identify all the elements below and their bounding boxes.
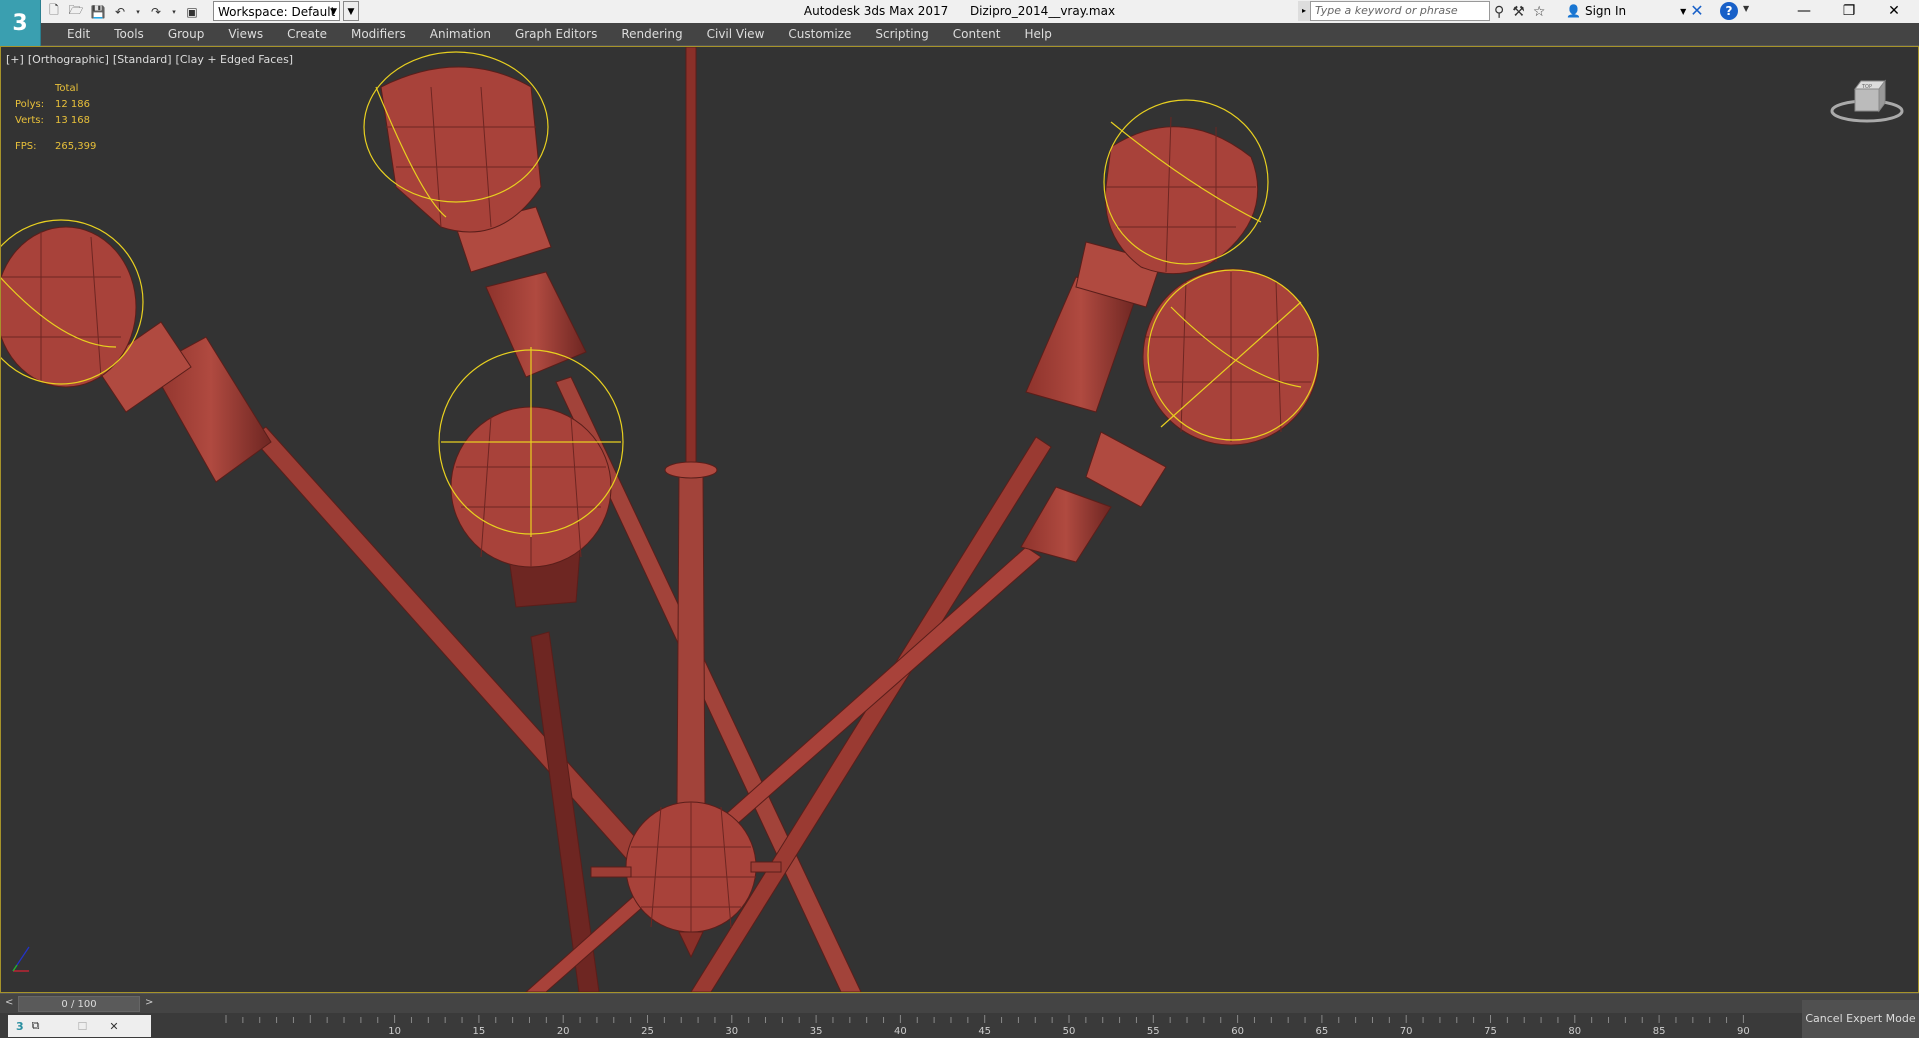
undo-icon[interactable]: ↶ xyxy=(112,4,128,20)
viewcube-label: TOP xyxy=(1861,84,1872,90)
stats-fps-label: FPS: xyxy=(15,141,37,152)
ruler-label: 25 xyxy=(641,1026,654,1037)
viewport-visual-style[interactable]: [Clay + Edged Faces] xyxy=(176,53,294,66)
curve-editor-icon: 3 xyxy=(16,1019,24,1033)
menu-item-civil-view[interactable]: Civil View xyxy=(695,23,777,45)
minimize-button[interactable]: — xyxy=(1782,0,1826,23)
undo-dropdown-icon[interactable]: ▾ xyxy=(134,4,142,20)
new-file-icon[interactable]: 🗋 xyxy=(46,3,62,20)
user-icon: 👤 xyxy=(1566,4,1581,18)
time-prev-button[interactable]: < xyxy=(5,997,13,1008)
workspace-label: Workspace: Default xyxy=(218,5,336,19)
sign-in-button[interactable]: 👤 Sign In ▼ xyxy=(1566,2,1686,21)
infocenter-icons: ⚲ ⚒ ☆ xyxy=(1494,2,1545,21)
time-slider-bar: < 0 / 100 > xyxy=(0,993,1919,1014)
favorites-star-icon[interactable]: ☆ xyxy=(1533,4,1546,20)
project-folder-icon[interactable]: ▣ xyxy=(184,4,200,20)
help-dropdown-icon[interactable]: ▼ xyxy=(1743,4,1749,13)
search-input[interactable]: Type a keyword or phrase xyxy=(1310,1,1490,21)
viewport-label-menu: [+] [Orthographic] [Standard] [Clay + Ed… xyxy=(6,53,293,66)
viewport-orthographic[interactable]: [+] [Orthographic] [Standard] [Clay + Ed… xyxy=(0,46,1919,993)
menu-bar: Edit Tools Group Views Create Modifiers Animat… xyxy=(0,23,1919,46)
stats-total-header: Total xyxy=(55,83,79,94)
ruler-label: 65 xyxy=(1315,1026,1329,1037)
menu-item-modifiers[interactable]: Modifiers xyxy=(339,23,418,45)
ruler-label: 50 xyxy=(1062,1026,1076,1037)
cancel-expert-mode-button[interactable]: Cancel Expert Mode xyxy=(1802,1000,1919,1038)
time-slider[interactable]: 0 / 100 xyxy=(18,996,140,1012)
ruler-label: 55 xyxy=(1146,1026,1160,1037)
stats-fps-value: 265,399 xyxy=(55,141,97,152)
autodesk-exchange-icon[interactable]: ✕ xyxy=(1688,2,1706,20)
ruler-label: 75 xyxy=(1484,1026,1497,1037)
save-icon[interactable]: 💾 xyxy=(90,4,106,20)
ruler-label: 90 xyxy=(1737,1026,1750,1037)
viewcube-icon[interactable]: TOP xyxy=(1829,69,1905,129)
title-bar: 🗋 🗁 💾 ↶ ▾ ↷ ▾ ▣ Workspace: Default ▼ ▼ A… xyxy=(0,0,1919,23)
quick-access-toolbar: 🗋 🗁 💾 ↶ ▾ ↷ ▾ ▣ xyxy=(46,2,200,21)
menu-item-animation[interactable]: Animation xyxy=(418,23,503,45)
ruler-label: 20 xyxy=(556,1026,570,1037)
workspace-dropdown[interactable]: Workspace: Default ▼ xyxy=(213,1,340,21)
binoculars-icon[interactable]: ⚲ xyxy=(1494,4,1504,20)
menu-item-group[interactable]: Group xyxy=(156,23,217,45)
restore-icon: ⧉ xyxy=(31,1019,40,1032)
viewport-statistics: Total Polys: 12 186 Verts: 13 168 FPS: 265,… xyxy=(15,81,135,155)
menu-items: Edit Tools Group Views Create Modifiers Animat… xyxy=(55,23,1064,45)
ruler-label: 45 xyxy=(978,1026,992,1037)
collar xyxy=(664,461,718,479)
mini-curve-editor-toggle[interactable]: 3 ⧉ ☐ ✕ xyxy=(8,1015,151,1037)
track-bar[interactable]: 3 ⧉ ☐ ✕ 10 15 20 25 30 35 40 45 50 55 60 65 70 75 80 85… xyxy=(0,1013,1919,1038)
time-next-button[interactable]: > xyxy=(145,997,153,1008)
menu-item-create[interactable]: Create xyxy=(275,23,339,45)
stats-verts-label: Verts: xyxy=(15,115,44,126)
menu-item-edit[interactable]: Edit xyxy=(55,23,102,45)
viewport-plus-menu[interactable]: [+] xyxy=(6,53,24,66)
lamp-holders xyxy=(95,206,1167,608)
stats-verts-value: 13 168 xyxy=(55,115,90,126)
viewport-shading-standard[interactable]: [Standard] xyxy=(113,53,172,66)
ruler-label: 80 xyxy=(1568,1026,1582,1037)
ruler-label: 10 xyxy=(388,1026,401,1037)
stats-polys-value: 12 186 xyxy=(55,99,90,110)
open-file-icon[interactable]: 🗁 xyxy=(68,3,84,20)
viewport-pov-menu[interactable]: [Orthographic] xyxy=(28,53,109,66)
help-icon[interactable]: ? xyxy=(1720,2,1738,20)
menu-item-tools[interactable]: Tools xyxy=(102,23,156,45)
menu-item-graph-editors[interactable]: Graph Editors xyxy=(503,23,609,45)
ruler-label: 85 xyxy=(1652,1026,1666,1037)
maximize-icon: ☐ xyxy=(77,1019,88,1033)
menu-item-content[interactable]: Content xyxy=(941,23,1013,45)
close-icon[interactable]: ✕ xyxy=(109,1020,118,1033)
menu-item-scripting[interactable]: Scripting xyxy=(863,23,940,45)
menu-item-rendering[interactable]: Rendering xyxy=(609,23,694,45)
stats-polys-label: Polys: xyxy=(15,99,45,110)
sign-in-label: Sign In xyxy=(1584,4,1627,18)
app-logo-text: 3 xyxy=(12,10,28,36)
app-logo-button[interactable]: 3 xyxy=(0,0,41,46)
ruler-label: 40 xyxy=(894,1026,907,1037)
qat-customize-button[interactable]: ▼ xyxy=(343,1,359,21)
ruler-label: 70 xyxy=(1399,1026,1413,1037)
menu-item-help[interactable]: Help xyxy=(1013,23,1064,45)
chevron-down-icon: ▼ xyxy=(330,7,337,17)
communication-center-icon[interactable]: ⚒ xyxy=(1512,4,1525,20)
file-name: Dizipro_2014__vray.max xyxy=(969,4,1116,18)
chevron-down-icon: ▼ xyxy=(1680,7,1687,16)
scene-model[interactable] xyxy=(1,47,1918,992)
redo-dropdown-icon[interactable]: ▾ xyxy=(170,4,178,20)
menu-item-customize[interactable]: Customize xyxy=(776,23,863,45)
axis-tripod-icon xyxy=(12,946,30,972)
ruler-label: 30 xyxy=(725,1026,739,1037)
close-button[interactable]: ✕ xyxy=(1872,0,1916,23)
app-title: Autodesk 3ds Max 2017 xyxy=(803,4,949,18)
search-expand-button[interactable]: ▸ xyxy=(1298,1,1310,21)
restore-button[interactable]: ❐ xyxy=(1827,0,1871,23)
ruler-label: 60 xyxy=(1231,1026,1244,1037)
ruler-label: 35 xyxy=(809,1026,823,1037)
menu-item-views[interactable]: Views xyxy=(216,23,275,45)
redo-icon[interactable]: ↷ xyxy=(148,4,164,20)
ruler-label: 15 xyxy=(472,1026,486,1037)
